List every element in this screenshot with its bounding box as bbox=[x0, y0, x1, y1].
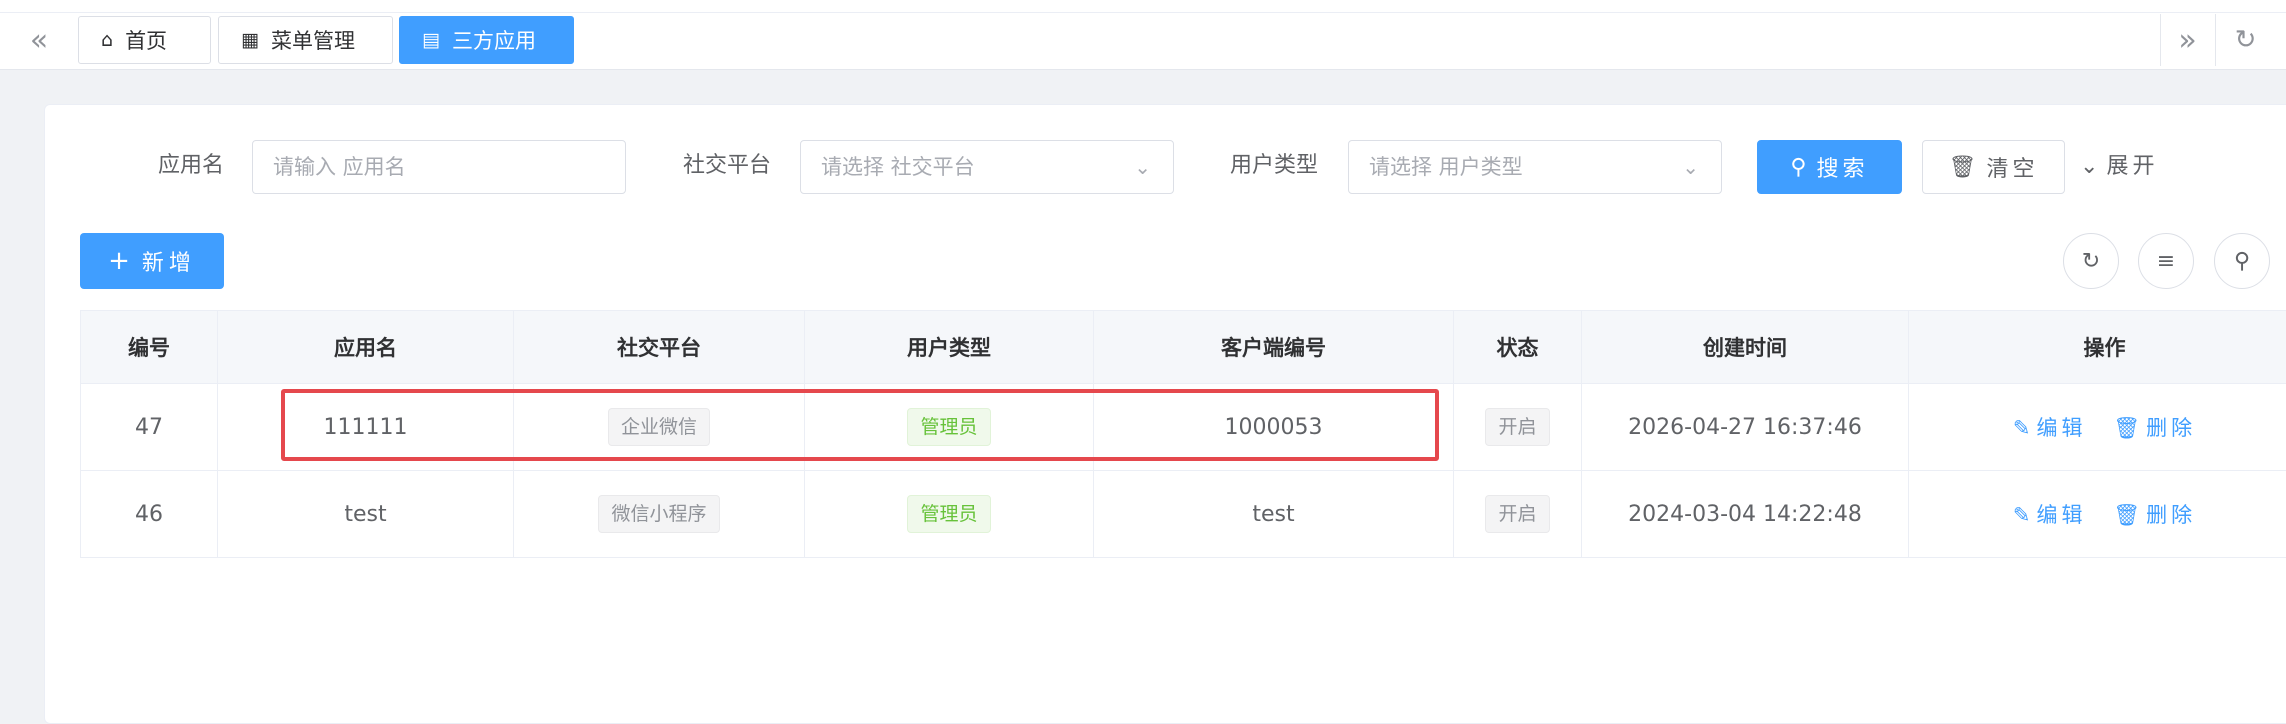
column-settings-button[interactable]: ≡ bbox=[2138, 233, 2194, 289]
tab-bar: « ⌂ 首页 ▦ 菜单管理 ▤ 三方应用 » ↻ bbox=[0, 0, 2286, 70]
app-name-input[interactable]: 请输入 应用名 bbox=[252, 140, 626, 194]
refresh-icon: ↻ bbox=[2082, 249, 2100, 274]
edit-button[interactable]: ✎编辑 bbox=[2013, 503, 2087, 527]
status-badge: 开启 bbox=[1485, 408, 1549, 446]
tab-menu-management[interactable]: ▦ 菜单管理 bbox=[218, 16, 393, 64]
app-name-placeholder: 请输入 应用名 bbox=[273, 155, 406, 179]
user-type-tag: 管理员 bbox=[907, 408, 990, 446]
plus-icon: + bbox=[108, 246, 130, 276]
expand-label: 展开 bbox=[2106, 154, 2158, 179]
col-id: 编号 bbox=[81, 311, 218, 384]
app-name-label: 应用名 bbox=[158, 140, 224, 192]
table-row[interactable]: 46 test 微信小程序 管理员 test 开启 2024-03-04 14:… bbox=[81, 471, 2286, 558]
tab-home-label: 首页 bbox=[125, 25, 167, 55]
scroll-right-icon[interactable]: » bbox=[2160, 14, 2214, 66]
expand-toggle[interactable]: ⌄ 展开 bbox=[2080, 140, 2158, 194]
chevron-down-icon: ⌄ bbox=[2080, 154, 2098, 179]
platform-placeholder: 请选择 社交平台 bbox=[821, 155, 975, 179]
clear-button-label: 清空 bbox=[1986, 151, 2038, 183]
trash-icon: 🗑 bbox=[2113, 416, 2140, 440]
refresh-button[interactable]: ↻ bbox=[2063, 233, 2119, 289]
platform-tag: 微信小程序 bbox=[598, 495, 719, 533]
platform-label: 社交平台 bbox=[683, 140, 771, 192]
chevron-down-icon: ⌄ bbox=[1682, 141, 1699, 193]
trash-icon: 🗑 bbox=[2113, 503, 2140, 527]
top-strip bbox=[0, 0, 2286, 13]
cell-client-id: 1000053 bbox=[1094, 384, 1454, 471]
edit-icon: ✎ bbox=[2013, 503, 2031, 527]
sliders-icon: ≡ bbox=[2157, 249, 2175, 274]
col-app-name: 应用名 bbox=[218, 311, 514, 384]
cell-id: 46 bbox=[81, 471, 218, 558]
document-icon: ▤ bbox=[422, 29, 440, 51]
cell-created: 2024-03-04 14:22:48 bbox=[1582, 471, 1909, 558]
delete-label: 删除 bbox=[2146, 416, 2196, 440]
delete-label: 删除 bbox=[2146, 503, 2196, 527]
cell-app-name: test bbox=[218, 471, 514, 558]
clear-button[interactable]: 🗑 清空 bbox=[1922, 140, 2065, 194]
home-icon: ⌂ bbox=[101, 29, 113, 51]
search-button-label: 搜索 bbox=[1817, 151, 1869, 183]
table-row[interactable]: 47 111111 企业微信 管理员 1000053 开启 2026-04-27… bbox=[81, 384, 2286, 471]
table-header: 编号 应用名 社交平台 用户类型 客户端编号 状态 创建时间 操作 bbox=[81, 311, 2286, 384]
delete-button[interactable]: 🗑删除 bbox=[2113, 503, 2196, 527]
add-button-label: 新增 bbox=[142, 245, 196, 277]
edit-label: 编辑 bbox=[2036, 416, 2086, 440]
search-icon: ⚲ bbox=[1790, 155, 1806, 180]
tab-menu-management-label: 菜单管理 bbox=[271, 25, 355, 55]
apps-table: 编号 应用名 社交平台 用户类型 客户端编号 状态 创建时间 操作 47 111… bbox=[80, 310, 2286, 558]
edit-button[interactable]: ✎编辑 bbox=[2013, 416, 2087, 440]
col-client-id: 客户端编号 bbox=[1094, 311, 1454, 384]
chevron-down-icon: ⌄ bbox=[1134, 141, 1151, 193]
add-button[interactable]: + 新增 bbox=[80, 233, 224, 289]
search-button[interactable]: ⚲ 搜索 bbox=[1757, 140, 1902, 194]
user-type-select[interactable]: 请选择 用户类型 ⌄ bbox=[1348, 140, 1722, 194]
user-type-label: 用户类型 bbox=[1230, 140, 1318, 192]
cell-id: 47 bbox=[81, 384, 218, 471]
platform-select[interactable]: 请选择 社交平台 ⌄ bbox=[800, 140, 1174, 194]
refresh-tab-icon[interactable]: ↻ bbox=[2215, 14, 2275, 66]
col-created: 创建时间 bbox=[1582, 311, 1909, 384]
platform-tag: 企业微信 bbox=[608, 408, 710, 446]
col-user-type: 用户类型 bbox=[805, 311, 1094, 384]
user-type-tag: 管理员 bbox=[907, 495, 990, 533]
tab-third-party-apps[interactable]: ▤ 三方应用 bbox=[399, 16, 574, 64]
edit-label: 编辑 bbox=[2036, 503, 2086, 527]
user-type-placeholder: 请选择 用户类型 bbox=[1369, 155, 1523, 179]
toggle-search-button[interactable]: ⚲ bbox=[2214, 233, 2270, 289]
delete-button[interactable]: 🗑删除 bbox=[2113, 416, 2196, 440]
cell-app-name: 111111 bbox=[218, 384, 514, 471]
scroll-left-icon[interactable]: « bbox=[12, 14, 66, 66]
cell-client-id: test bbox=[1094, 471, 1454, 558]
tab-home[interactable]: ⌂ 首页 bbox=[78, 16, 211, 64]
trash-icon: 🗑 bbox=[1949, 155, 1977, 180]
search-icon: ⚲ bbox=[2234, 249, 2250, 274]
col-actions: 操作 bbox=[1909, 311, 2286, 384]
status-badge: 开启 bbox=[1485, 495, 1549, 533]
edit-icon: ✎ bbox=[2013, 416, 2031, 440]
grid-icon: ▦ bbox=[241, 29, 259, 51]
tab-third-party-apps-label: 三方应用 bbox=[452, 25, 536, 55]
cell-created: 2026-04-27 16:37:46 bbox=[1582, 384, 1909, 471]
col-status: 状态 bbox=[1454, 311, 1582, 384]
col-platform: 社交平台 bbox=[514, 311, 805, 384]
